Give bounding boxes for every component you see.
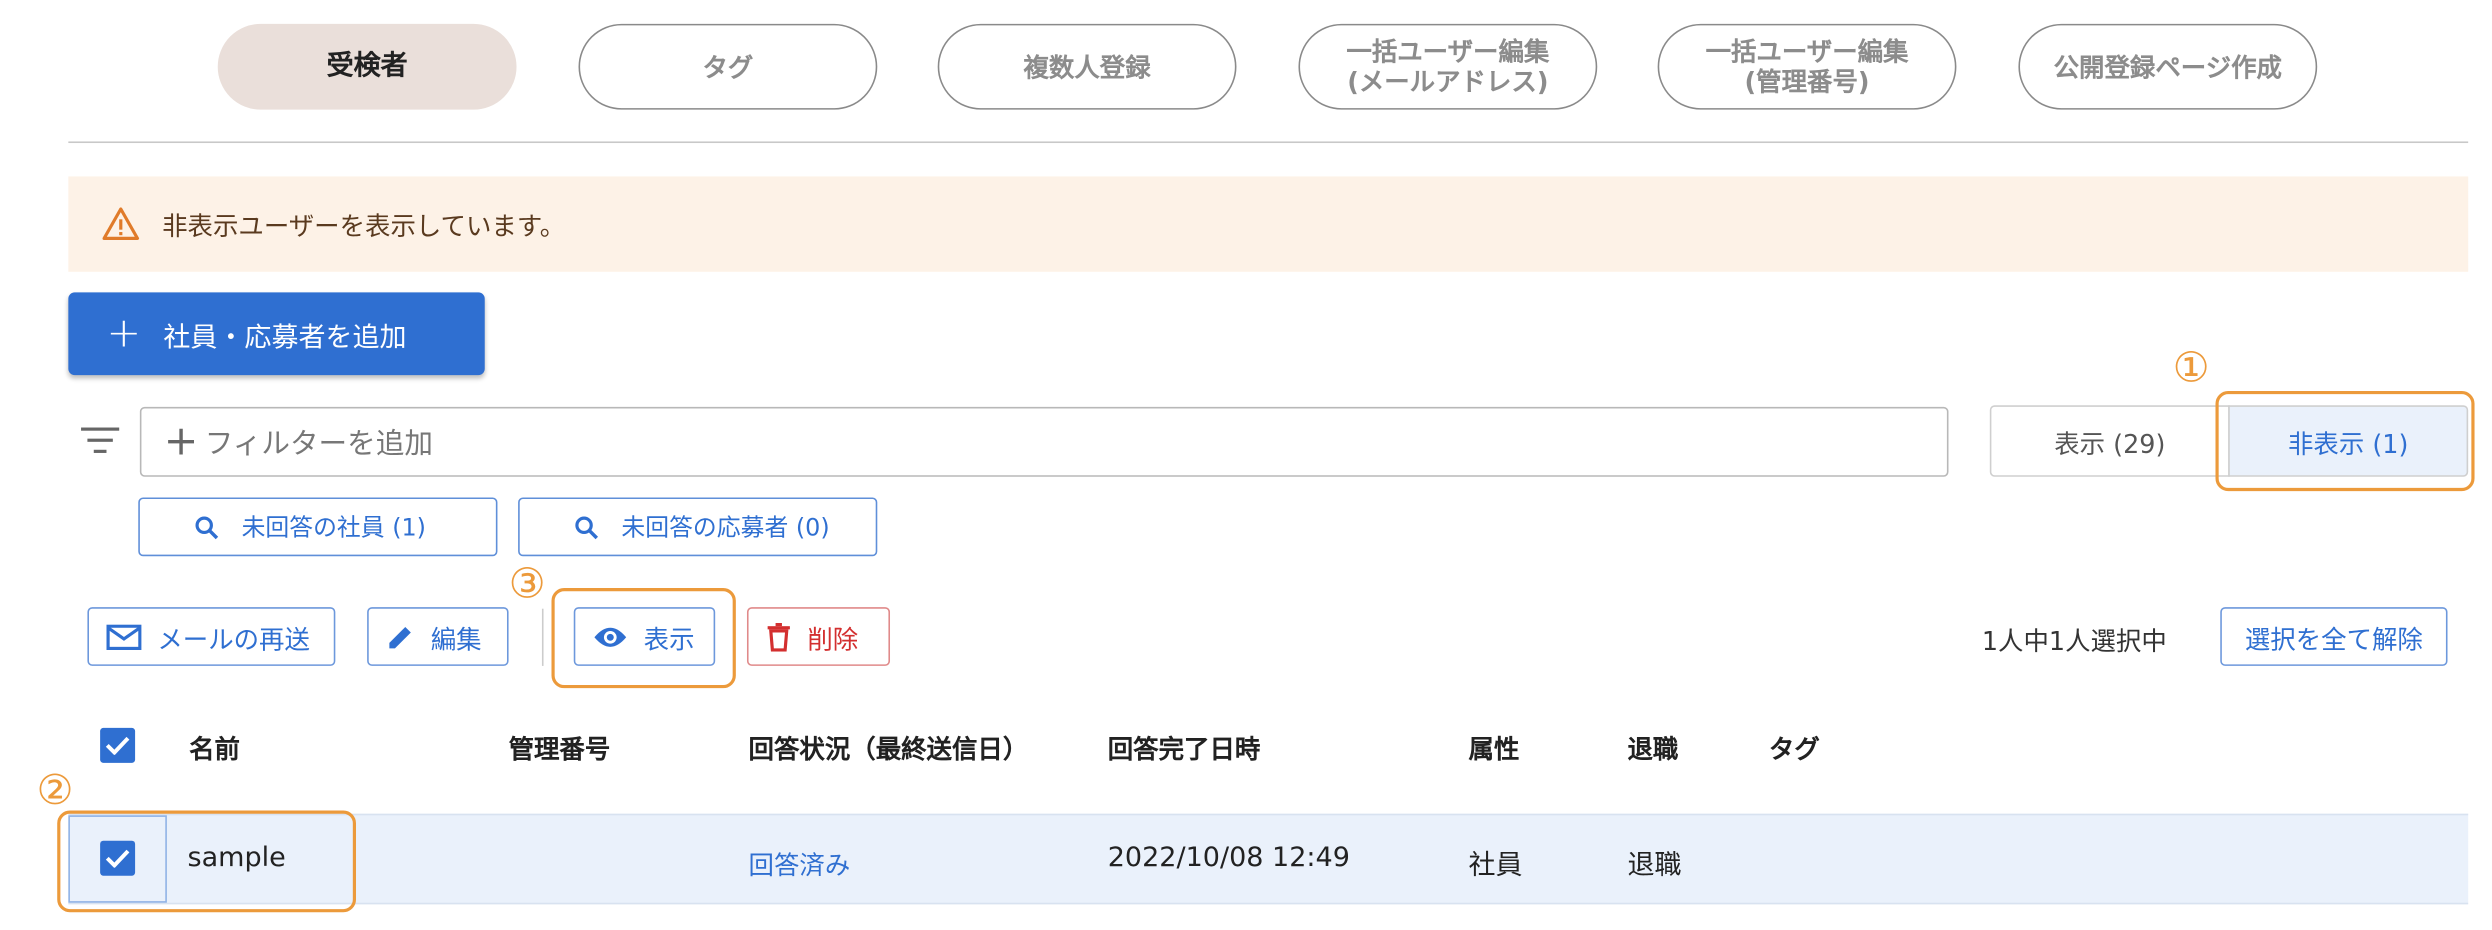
tab-tags[interactable]: タグ (578, 23, 878, 110)
quick-filter-label: 未回答の応募者 (0) (621, 513, 830, 542)
header-completed-at[interactable]: 回答完了日時 (1108, 728, 1261, 766)
warning-icon (102, 207, 140, 240)
cell-attribute: 社員 (1468, 850, 1523, 883)
tab-label: 一括ユーザー編集 (管理番号) (1706, 37, 1909, 97)
mail-icon (106, 623, 142, 650)
divider (68, 141, 2469, 144)
add-member-button[interactable]: + 社員・応募者を追加 (68, 292, 485, 376)
pencil-icon (389, 626, 411, 648)
action-divider (541, 608, 544, 666)
search-icon (195, 515, 219, 539)
edit-button[interactable]: 編集 (367, 607, 509, 666)
select-all-checkbox[interactable] (100, 727, 136, 763)
tab-label-line1: 一括ユーザー編集 (1346, 36, 1550, 67)
annotation-number-2: ② (36, 767, 74, 816)
header-answer-status[interactable]: 回答状況（最終送信日） (749, 728, 1029, 766)
header-retired[interactable]: 退職 (1627, 728, 1678, 766)
header-attribute[interactable]: 属性 (1469, 728, 1520, 766)
delete-label: 削除 (807, 623, 859, 654)
add-member-label: 社員・応募者を追加 (163, 321, 407, 354)
annotation-box-2 (57, 810, 357, 913)
hidden-users-banner: 非表示ユーザーを表示しています。 (68, 176, 2469, 272)
quick-filter-unanswered-applicants[interactable]: 未回答の応募者 (0) (518, 497, 878, 557)
plus-icon: + (163, 417, 199, 466)
tab-examinees[interactable]: 受検者 (217, 23, 517, 110)
tab-bulk-edit-number[interactable]: 一括ユーザー編集 (管理番号) (1657, 23, 1957, 110)
toggle-label: 表示 (29) (2054, 428, 2166, 459)
cell-answer-status-link[interactable]: 回答済み (749, 844, 851, 882)
search-icon (575, 515, 599, 539)
annotation-box-3 (551, 588, 736, 689)
tab-label-line2: (管理番号) (1744, 66, 1870, 97)
tab-label: 複数人登録 (1023, 51, 1151, 82)
resend-email-button[interactable]: メールの再送 (87, 607, 336, 666)
tab-label-line1: 一括ユーザー編集 (1705, 36, 1909, 67)
annotation-number-1: ① (2172, 344, 2210, 393)
tab-bulk-register[interactable]: 複数人登録 (937, 23, 1237, 110)
clear-selection-button[interactable]: 選択を全て解除 (2220, 607, 2448, 666)
header-tag[interactable]: タグ (1769, 728, 1820, 766)
quick-filter-label: 未回答の社員 (1) (241, 513, 426, 542)
resend-label: メールの再送 (157, 623, 310, 654)
banner-message: 非表示ユーザーを表示しています。 (162, 211, 566, 242)
delete-button[interactable]: 削除 (746, 607, 891, 666)
edit-label: 編集 (430, 623, 482, 654)
annotation-number-3: ③ (508, 561, 546, 609)
filter-input[interactable]: + フィルターを追加 (139, 406, 1949, 477)
cell-completed-at: 2022/10/08 12:49 (1107, 842, 1350, 875)
clear-selection-label: 選択を全て解除 (2244, 623, 2423, 654)
tab-public-registration[interactable]: 公開登録ページ作成 (2018, 23, 2318, 110)
tab-bulk-edit-email[interactable]: 一括ユーザー編集 (メールアドレス) (1298, 23, 1598, 110)
tab-label: 公開登録ページ作成 (2053, 51, 2282, 82)
header-management-number[interactable]: 管理番号 (509, 728, 611, 766)
selection-count: 1人中1人選択中 (1981, 626, 2167, 657)
cell-retired: 退職 (1627, 850, 1682, 883)
check-icon (105, 736, 130, 755)
filter-icon[interactable] (79, 423, 120, 458)
trash-icon (767, 622, 790, 651)
annotation-box-1 (2215, 390, 2475, 492)
header-name[interactable]: 名前 (189, 728, 240, 766)
page: 受検者 タグ 複数人登録 一括ユーザー編集 (メールアドレス) 一括ユーザー編集(… (0, 0, 2492, 930)
show-visible-toggle[interactable]: 表示 (29) (1989, 405, 2230, 477)
plus-icon: + (106, 309, 142, 358)
tab-label-line2: (メールアドレス) (1347, 66, 1549, 97)
filter-placeholder: フィルターを追加 (204, 427, 433, 461)
quick-filter-unanswered-employees[interactable]: 未回答の社員 (1) (138, 497, 498, 557)
tab-label: タグ (702, 51, 754, 82)
tab-label: 受検者 (326, 50, 408, 82)
tab-label: 一括ユーザー編集 (メールアドレス) (1346, 37, 1549, 97)
